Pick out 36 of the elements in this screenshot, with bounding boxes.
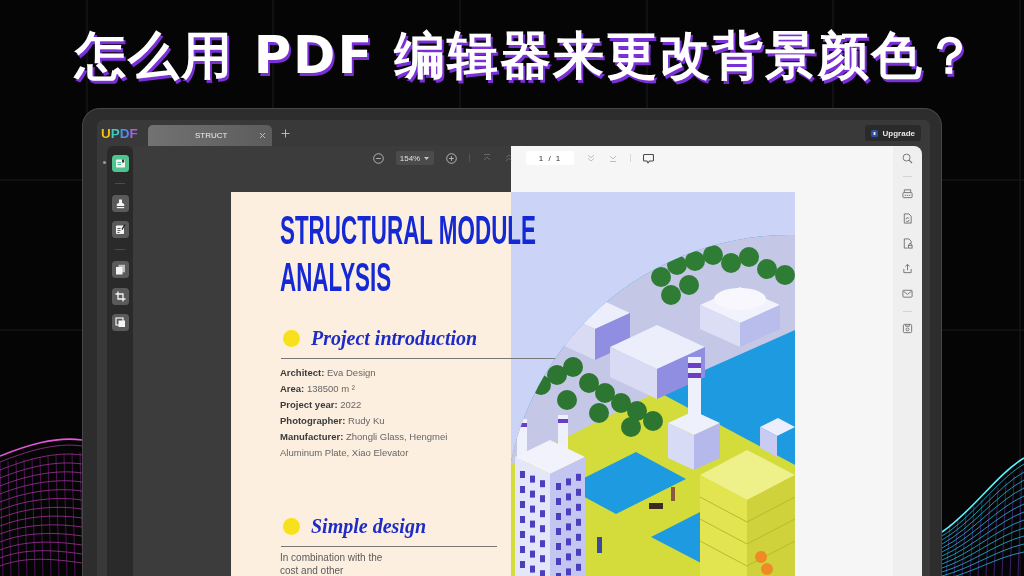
envelope-icon[interactable]: [902, 288, 913, 299]
printer-icon[interactable]: [902, 188, 913, 199]
document-icon[interactable]: [111, 154, 129, 172]
pages-icon[interactable]: [111, 261, 129, 278]
stamp-icon[interactable]: [111, 194, 129, 212]
plus-icon[interactable]: [280, 128, 290, 138]
body-text: In combination with the cost and other: [280, 550, 384, 576]
detail-text: Project year: 2022: [280, 398, 363, 412]
document-tab[interactable]: STRUCT: [147, 125, 272, 146]
share-icon[interactable]: [902, 263, 913, 274]
layers-icon[interactable]: [111, 314, 129, 331]
tile-icon: [870, 129, 878, 137]
plus-circle-icon[interactable]: [445, 152, 457, 164]
headline: 怎么用 PDF 编辑器来更改背景颜色？: [74, 25, 978, 87]
caret-icon: [424, 156, 430, 160]
detail-text: Area: 138500 m ²: [280, 382, 356, 396]
document-sync-icon[interactable]: [902, 213, 913, 224]
section-heading: Project introduction: [311, 327, 478, 350]
section-heading: Simple design: [311, 514, 426, 538]
crop-icon[interactable]: [111, 287, 129, 305]
upgrade-button[interactable]: Upgrade: [864, 125, 921, 141]
bullet-dot-icon: [283, 330, 300, 347]
handle-dot-icon[interactable]: [103, 160, 106, 164]
bullet-dot-icon: [283, 517, 300, 535]
minus-circle-icon[interactable]: [372, 152, 384, 164]
document-title: STRUCTURAL MODULE ANALYSIS: [280, 207, 537, 301]
page-number-field[interactable]: 1 / 1: [525, 151, 574, 165]
close-icon[interactable]: [258, 132, 266, 139]
speech-bubble-icon[interactable]: [642, 152, 654, 164]
detail-text: Architect: Eva Design: [280, 366, 377, 380]
detail-text: Manufacturer: Zhongli Glass, Hengmei Aluminum Plate, Xiao Elevator: [280, 430, 449, 460]
detail-text: Photographer: Rudy Ku: [280, 414, 386, 428]
search-icon[interactable]: [902, 153, 913, 164]
document-lock-icon[interactable]: [902, 238, 913, 249]
zoom-dropdown[interactable]: 154%: [395, 151, 434, 165]
pencil-document-icon[interactable]: [111, 221, 129, 238]
